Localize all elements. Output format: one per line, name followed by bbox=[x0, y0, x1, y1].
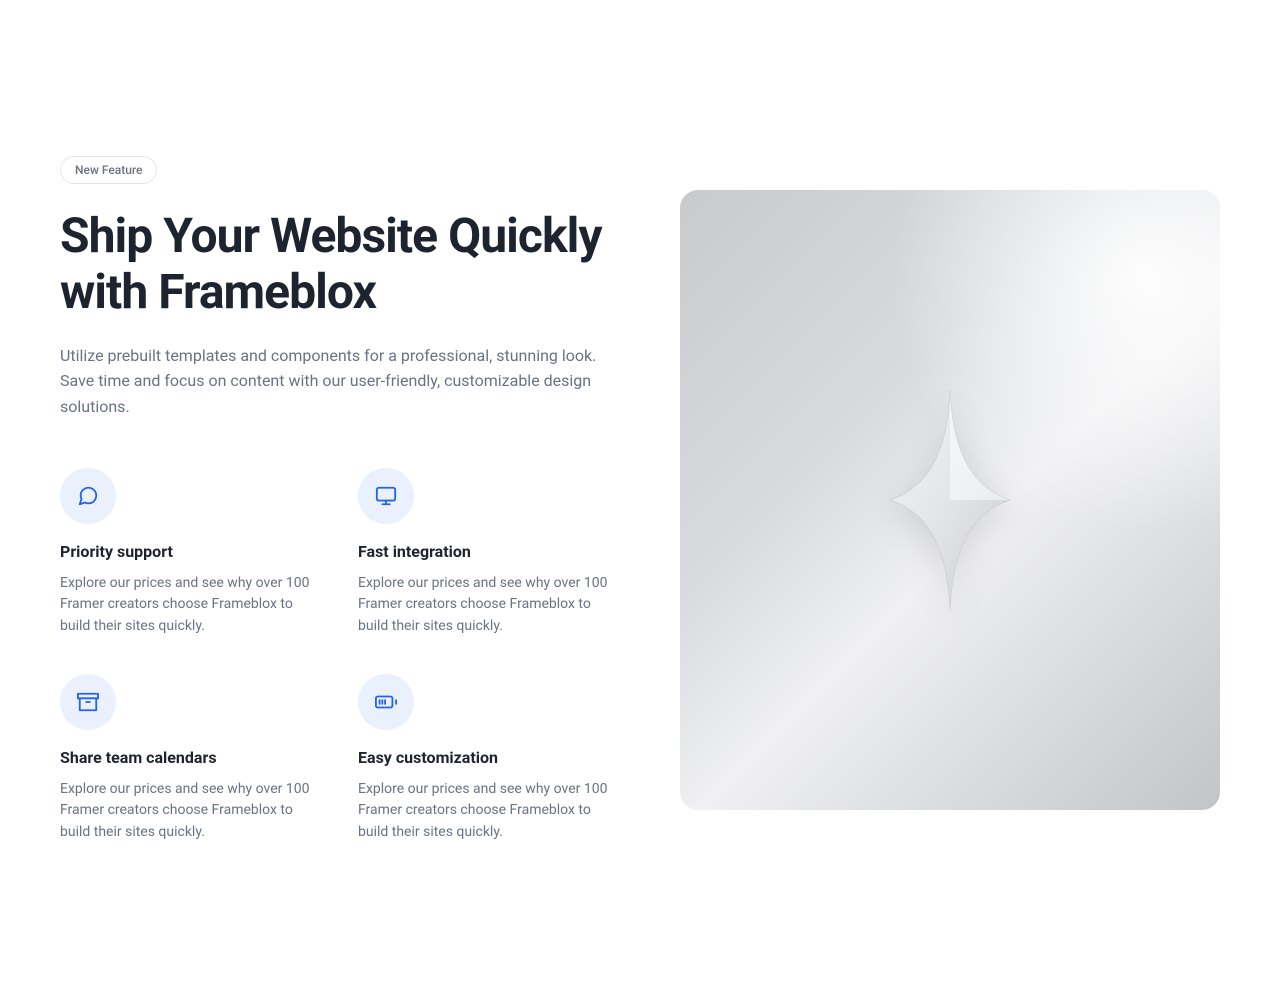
hero-headline: Ship Your Website Quickly with Frameblox bbox=[60, 208, 620, 318]
feature-title: Fast integration bbox=[358, 542, 620, 561]
feature-title: Share team calendars bbox=[60, 748, 322, 767]
feature-title: Easy customization bbox=[358, 748, 620, 767]
feature-desc: Explore our prices and see why over 100 … bbox=[60, 573, 320, 638]
battery-icon bbox=[358, 674, 414, 730]
hero-content: New Feature Ship Your Website Quickly wi… bbox=[60, 156, 620, 843]
monitor-icon bbox=[358, 468, 414, 524]
feature-fast-integration: Fast integration Explore our prices and … bbox=[358, 468, 620, 638]
feature-desc: Explore our prices and see why over 100 … bbox=[358, 573, 618, 638]
new-feature-badge: New Feature bbox=[60, 156, 157, 184]
feature-desc: Explore our prices and see why over 100 … bbox=[358, 779, 618, 844]
archive-icon bbox=[60, 674, 116, 730]
hero-visual bbox=[680, 190, 1220, 810]
feature-easy-customization: Easy customization Explore our prices an… bbox=[358, 674, 620, 844]
star-shape bbox=[890, 390, 1010, 610]
chat-bubble-icon bbox=[60, 468, 116, 524]
hero-section: New Feature Ship Your Website Quickly wi… bbox=[60, 156, 1220, 843]
feature-priority-support: Priority support Explore our prices and … bbox=[60, 468, 322, 638]
features-grid: Priority support Explore our prices and … bbox=[60, 468, 620, 844]
feature-title: Priority support bbox=[60, 542, 322, 561]
feature-share-calendars: Share team calendars Explore our prices … bbox=[60, 674, 322, 844]
hero-subhead: Utilize prebuilt templates and component… bbox=[60, 343, 600, 420]
feature-desc: Explore our prices and see why over 100 … bbox=[60, 779, 320, 844]
